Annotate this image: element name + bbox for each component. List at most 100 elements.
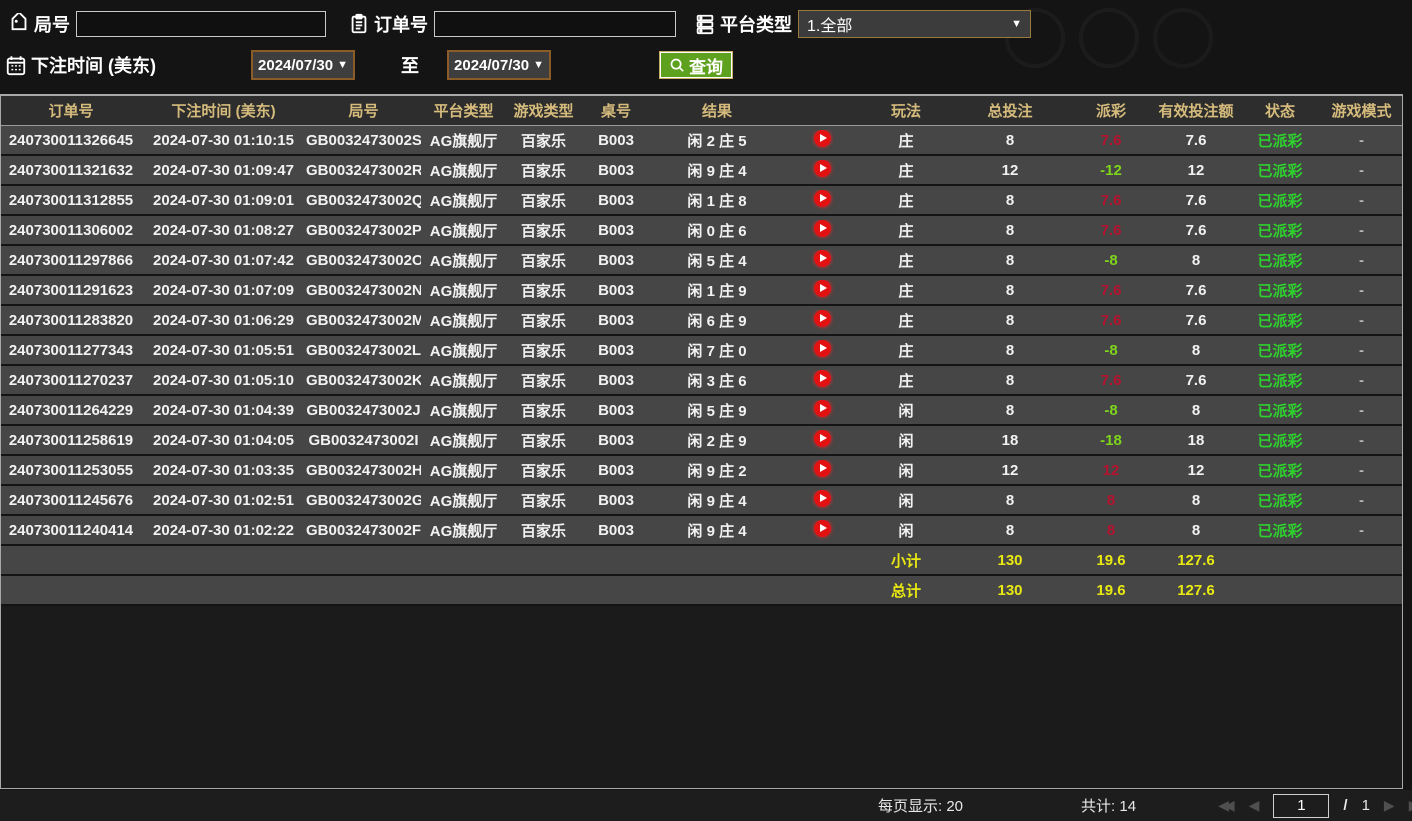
total-pages: 1 <box>1362 797 1370 814</box>
cell-valid-bet: 7.6 <box>1153 372 1239 389</box>
cell-game-no: GB0032473002O <box>306 252 421 269</box>
cell-order-no: 240730011321632 <box>1 162 141 179</box>
cell-platform: AG旗舰厅 <box>421 190 506 211</box>
summary-valid-bet: 127.6 <box>1153 552 1239 569</box>
header-bet-time: 下注时间 (美东) <box>141 100 306 121</box>
pagination-bar: 每页显示: 20 共计: 14 ◀◀ ◀ / 1 ▶ ▶▶ <box>0 790 1412 821</box>
cell-valid-bet: 8 <box>1153 252 1239 269</box>
cell-valid-bet: 18 <box>1153 432 1239 449</box>
play-video-icon[interactable] <box>814 250 831 267</box>
cell-result: 闲 7 庄 0 <box>651 340 783 361</box>
play-video-icon[interactable] <box>814 190 831 207</box>
cell-game-mode: - <box>1321 492 1402 509</box>
cell-play-type: 庄 <box>861 370 951 391</box>
cell-platform: AG旗舰厅 <box>421 370 506 391</box>
cell-game-type: 百家乐 <box>506 460 581 481</box>
cell-table-no: B003 <box>581 492 651 509</box>
cell-platform: AG旗舰厅 <box>421 340 506 361</box>
cell-payout: -8 <box>1069 252 1153 269</box>
subtotal-row: 小计13019.6127.6 <box>1 546 1402 576</box>
table-row: 2407300112404142024-07-30 01:02:22GB0032… <box>1 516 1402 546</box>
search-button-label: 查询 <box>689 53 723 78</box>
cell-game-type: 百家乐 <box>506 280 581 301</box>
calendar-icon <box>5 54 27 76</box>
play-video-icon[interactable] <box>814 310 831 327</box>
cell-replay <box>783 160 861 181</box>
play-video-icon[interactable] <box>814 340 831 357</box>
cell-game-no: GB0032473002G <box>306 492 421 509</box>
cell-game-type: 百家乐 <box>506 190 581 211</box>
cell-valid-bet: 8 <box>1153 402 1239 419</box>
play-video-icon[interactable] <box>814 130 831 147</box>
cell-valid-bet: 7.6 <box>1153 312 1239 329</box>
game-no-input[interactable] <box>76 11 326 37</box>
prev-page-icon[interactable]: ◀ <box>1249 797 1260 814</box>
cell-table-no: B003 <box>581 162 651 179</box>
cell-order-no: 240730011312855 <box>1 192 141 209</box>
first-page-icon[interactable]: ◀◀ <box>1218 797 1235 814</box>
cell-bet-time: 2024-07-30 01:05:10 <box>141 372 306 389</box>
cell-game-no: GB0032473002P <box>306 222 421 239</box>
cell-bet-time: 2024-07-30 01:04:39 <box>141 402 306 419</box>
cell-payout: 12 <box>1069 462 1153 479</box>
cell-replay <box>783 340 861 361</box>
platform-label: 平台类型 <box>720 11 792 37</box>
search-button[interactable]: 查询 <box>659 51 733 79</box>
cell-payout: -12 <box>1069 162 1153 179</box>
cell-game-mode: - <box>1321 162 1402 179</box>
play-video-icon[interactable] <box>814 280 831 297</box>
next-page-icon[interactable]: ▶ <box>1384 797 1395 814</box>
order-no-input[interactable] <box>434 11 676 37</box>
header-total-bet: 总投注 <box>951 100 1069 121</box>
play-video-icon[interactable] <box>814 220 831 237</box>
summary-valid-bet: 127.6 <box>1153 582 1239 599</box>
date-from-select[interactable]: 2024/07/30 ▼ <box>251 50 355 80</box>
date-from-value: 2024/07/30 <box>258 57 333 74</box>
play-video-icon[interactable] <box>814 520 831 537</box>
cell-status: 已派彩 <box>1239 370 1321 391</box>
cell-game-type: 百家乐 <box>506 220 581 241</box>
cell-payout: 7.6 <box>1069 192 1153 209</box>
play-video-icon[interactable] <box>814 460 831 477</box>
header-game-no: 局号 <box>306 100 421 121</box>
cell-valid-bet: 8 <box>1153 342 1239 359</box>
total-count-label: 共计: 14 <box>1081 795 1136 816</box>
date-to-select[interactable]: 2024/07/30 ▼ <box>447 50 551 80</box>
cell-play-type: 闲 <box>861 490 951 511</box>
cell-table-no: B003 <box>581 342 651 359</box>
cell-payout: 8 <box>1069 492 1153 509</box>
cell-replay <box>783 520 861 541</box>
play-video-icon[interactable] <box>814 400 831 417</box>
cell-platform: AG旗舰厅 <box>421 400 506 421</box>
cell-game-mode: - <box>1321 192 1402 209</box>
platform-icon <box>694 13 716 35</box>
to-label: 至 <box>401 52 419 78</box>
page-number-input[interactable] <box>1273 794 1329 818</box>
cell-game-mode: - <box>1321 282 1402 299</box>
table-row: 2407300112838202024-07-30 01:06:29GB0032… <box>1 306 1402 336</box>
header-platform: 平台类型 <box>421 100 506 121</box>
cell-replay <box>783 400 861 421</box>
summary-label: 小计 <box>861 550 951 571</box>
cell-play-type: 庄 <box>861 310 951 331</box>
header-status: 状态 <box>1239 100 1321 121</box>
play-video-icon[interactable] <box>814 490 831 507</box>
cell-total-bet: 12 <box>951 162 1069 179</box>
cell-status: 已派彩 <box>1239 490 1321 511</box>
cell-game-type: 百家乐 <box>506 370 581 391</box>
header-result: 结果 <box>651 100 783 121</box>
cell-game-no: GB0032473002Q <box>306 192 421 209</box>
play-video-icon[interactable] <box>814 370 831 387</box>
play-video-icon[interactable] <box>814 430 831 447</box>
cell-replay <box>783 460 861 481</box>
cell-result: 闲 9 庄 2 <box>651 460 783 481</box>
cell-replay <box>783 280 861 301</box>
play-video-icon[interactable] <box>814 160 831 177</box>
table-row: 2407300112916232024-07-30 01:07:09GB0032… <box>1 276 1402 306</box>
cell-status: 已派彩 <box>1239 250 1321 271</box>
cell-payout: -18 <box>1069 432 1153 449</box>
cell-status: 已派彩 <box>1239 310 1321 331</box>
cell-play-type: 庄 <box>861 130 951 151</box>
platform-select[interactable]: 1.全部 ▼ <box>798 10 1031 38</box>
cell-table-no: B003 <box>581 462 651 479</box>
